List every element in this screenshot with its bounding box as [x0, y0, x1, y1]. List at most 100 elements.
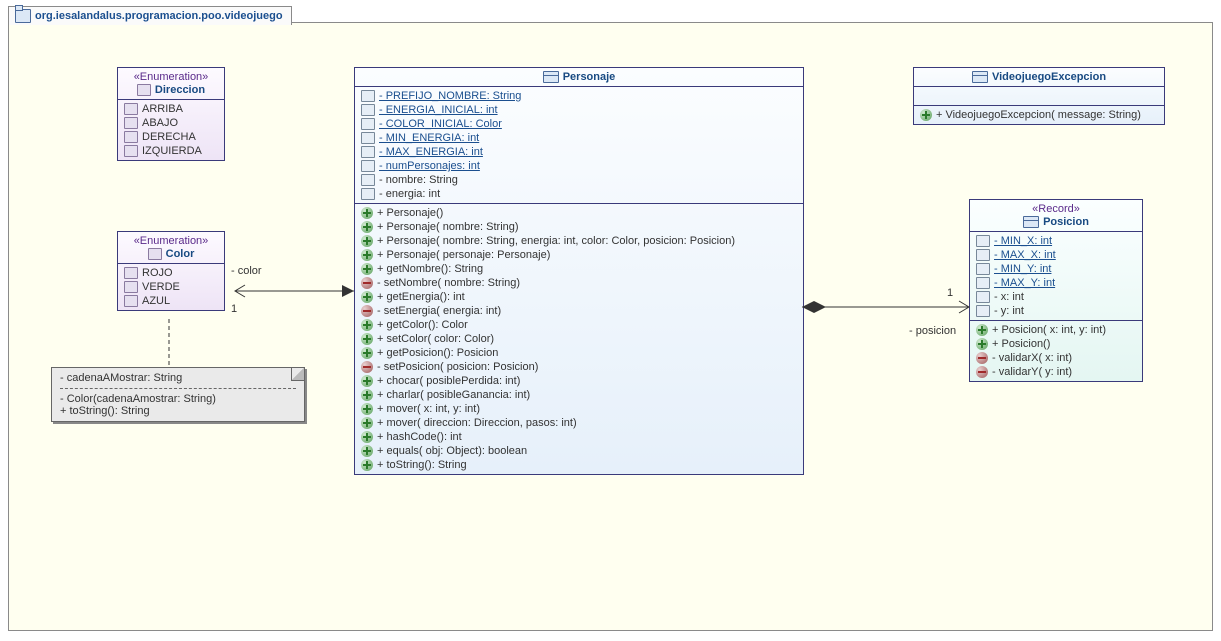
- operation-label: - validarX( x: int): [992, 352, 1072, 364]
- attribute-label: - COLOR_INICIAL: Color: [379, 118, 502, 130]
- list-item: ROJO: [124, 266, 218, 280]
- attributes-section: - PREFIJO_NOMBRE: String- ENERGIA_INICIA…: [355, 87, 803, 204]
- package-body: «Enumeration» Direccion ARRIBA ABAJO DER…: [8, 22, 1213, 631]
- visibility-public-icon: [361, 333, 373, 345]
- operations-section: + Personaje()+ Personaje( nombre: String…: [355, 204, 803, 474]
- attribute-label: - PREFIJO_NOMBRE: String: [379, 90, 521, 102]
- list-item: - MIN_ENERGIA: int: [361, 131, 797, 145]
- operation-label: - setPosicion( posicion: Posicion): [377, 361, 538, 373]
- attribute-icon: [976, 235, 990, 247]
- list-item: - MAX_Y: int: [976, 276, 1136, 290]
- visibility-public-icon: [361, 235, 373, 247]
- attribute-icon: [976, 305, 990, 317]
- class-name: Direccion: [155, 84, 205, 96]
- note-line: + toString(): String: [60, 405, 296, 417]
- operation-label: + setColor( color: Color): [377, 333, 494, 345]
- list-item: - x: int: [976, 290, 1136, 304]
- class-posicion[interactable]: «Record» Posicion - MIN_X: int - MAX_X: i…: [969, 199, 1143, 382]
- list-item: + Personaje(): [361, 206, 797, 220]
- list-item: - setPosicion( posicion: Posicion): [361, 360, 797, 374]
- note-line: - Color(cadenaAmostrar: String): [60, 393, 296, 405]
- operation-label: + mover( x: int, y: int): [377, 403, 480, 415]
- operation-label: + getEnergia(): int: [377, 291, 465, 303]
- operation-label: + Personaje( personaje: Personaje): [377, 249, 550, 261]
- visibility-public-icon: [361, 431, 373, 443]
- attribute-label: - MAX_X: int: [994, 249, 1056, 261]
- attribute-icon: [976, 291, 990, 303]
- visibility-private-icon: [361, 305, 373, 317]
- class-header: «Enumeration» Direccion: [118, 68, 224, 100]
- assoc-mult-label: 1: [231, 303, 237, 315]
- class-name: Personaje: [563, 71, 616, 83]
- list-item: ABAJO: [124, 116, 218, 130]
- visibility-private-icon: [976, 366, 988, 378]
- class-excepcion[interactable]: VideojuegoExcepcion + VideojuegoExcepcio…: [913, 67, 1165, 125]
- attribute-label: - energia: int: [379, 188, 440, 200]
- list-item: + Personaje( nombre: String): [361, 220, 797, 234]
- list-item: + toString(): String: [361, 458, 797, 472]
- literal-icon: [124, 117, 138, 129]
- enum-icon: [137, 84, 151, 96]
- stereotype: «Enumeration»: [134, 71, 209, 83]
- operations-section: + VideojuegoExcepcion( message: String): [914, 106, 1164, 124]
- list-item: - validarX( x: int): [976, 351, 1136, 365]
- attribute-icon: [361, 174, 375, 186]
- literal-icon: [124, 267, 138, 279]
- literals-section: ARRIBA ABAJO DERECHA IZQUIERDA: [118, 100, 224, 160]
- list-item: + setColor( color: Color): [361, 332, 797, 346]
- visibility-public-icon: [361, 403, 373, 415]
- operation-label: + charlar( posibleGanancia: int): [377, 389, 530, 401]
- operation-label: + mover( direccion: Direccion, pasos: in…: [377, 417, 577, 429]
- assoc-role-label: - color: [231, 265, 262, 277]
- operation-label: - validarY( y: int): [992, 366, 1072, 378]
- visibility-public-icon: [361, 319, 373, 331]
- class-personaje[interactable]: Personaje - PREFIJO_NOMBRE: String- ENER…: [354, 67, 804, 475]
- attribute-label: - MIN_X: int: [994, 235, 1052, 247]
- list-item: - validarY( y: int): [976, 365, 1136, 379]
- attribute-icon: [976, 249, 990, 261]
- attribute-label: - MIN_Y: int: [994, 263, 1051, 275]
- list-item: - COLOR_INICIAL: Color: [361, 117, 797, 131]
- list-item: - setEnergia( energia: int): [361, 304, 797, 318]
- list-item: + mover( x: int, y: int): [361, 402, 797, 416]
- operation-label: + Posicion( x: int, y: int): [992, 324, 1106, 336]
- list-item: - MAX_ENERGIA: int: [361, 145, 797, 159]
- class-icon: [543, 71, 559, 83]
- note-color[interactable]: - cadenaAMostrar: String - Color(cadenaA…: [51, 367, 305, 422]
- attribute-icon: [976, 277, 990, 289]
- class-header: «Record» Posicion: [970, 200, 1142, 232]
- list-item: - MIN_X: int: [976, 234, 1136, 248]
- attribute-label: - MIN_ENERGIA: int: [379, 132, 479, 144]
- list-item: + equals( obj: Object): boolean: [361, 444, 797, 458]
- visibility-public-icon: [976, 338, 988, 350]
- list-item: + hashCode(): int: [361, 430, 797, 444]
- operation-label: + toString(): String: [377, 459, 467, 471]
- literal-icon: [124, 281, 138, 293]
- list-item: + Personaje( nombre: String, energia: in…: [361, 234, 797, 248]
- list-item: - energia: int: [361, 187, 797, 201]
- class-name: Color: [166, 248, 195, 260]
- class-color[interactable]: «Enumeration» Color ROJO VERDE AZUL: [117, 231, 225, 311]
- class-icon: [972, 71, 988, 83]
- class-direccion[interactable]: «Enumeration» Direccion ARRIBA ABAJO DER…: [117, 67, 225, 161]
- list-item: + Personaje( personaje: Personaje): [361, 248, 797, 262]
- list-item: - numPersonajes: int: [361, 159, 797, 173]
- attribute-label: - nombre: String: [379, 174, 458, 186]
- list-item: + charlar( posibleGanancia: int): [361, 388, 797, 402]
- list-item: - PREFIJO_NOMBRE: String: [361, 89, 797, 103]
- attributes-section: - MIN_X: int - MAX_X: int - MIN_Y: int- MA…: [970, 232, 1142, 321]
- attribute-icon: [361, 188, 375, 200]
- note-line: - cadenaAMostrar: String: [60, 372, 296, 384]
- list-item: IZQUIERDA: [124, 144, 218, 158]
- attribute-icon: [361, 90, 375, 102]
- attribute-icon: [361, 104, 375, 116]
- visibility-public-icon: [361, 221, 373, 233]
- list-item: DERECHA: [124, 130, 218, 144]
- list-item: - y: int: [976, 304, 1136, 318]
- visibility-private-icon: [976, 352, 988, 364]
- list-item: + mover( direccion: Direccion, pasos: in…: [361, 416, 797, 430]
- list-item: + Posicion(): [976, 337, 1136, 351]
- list-item: - MIN_Y: int: [976, 262, 1136, 276]
- list-item: + getColor(): Color: [361, 318, 797, 332]
- list-item: - MAX_X: int: [976, 248, 1136, 262]
